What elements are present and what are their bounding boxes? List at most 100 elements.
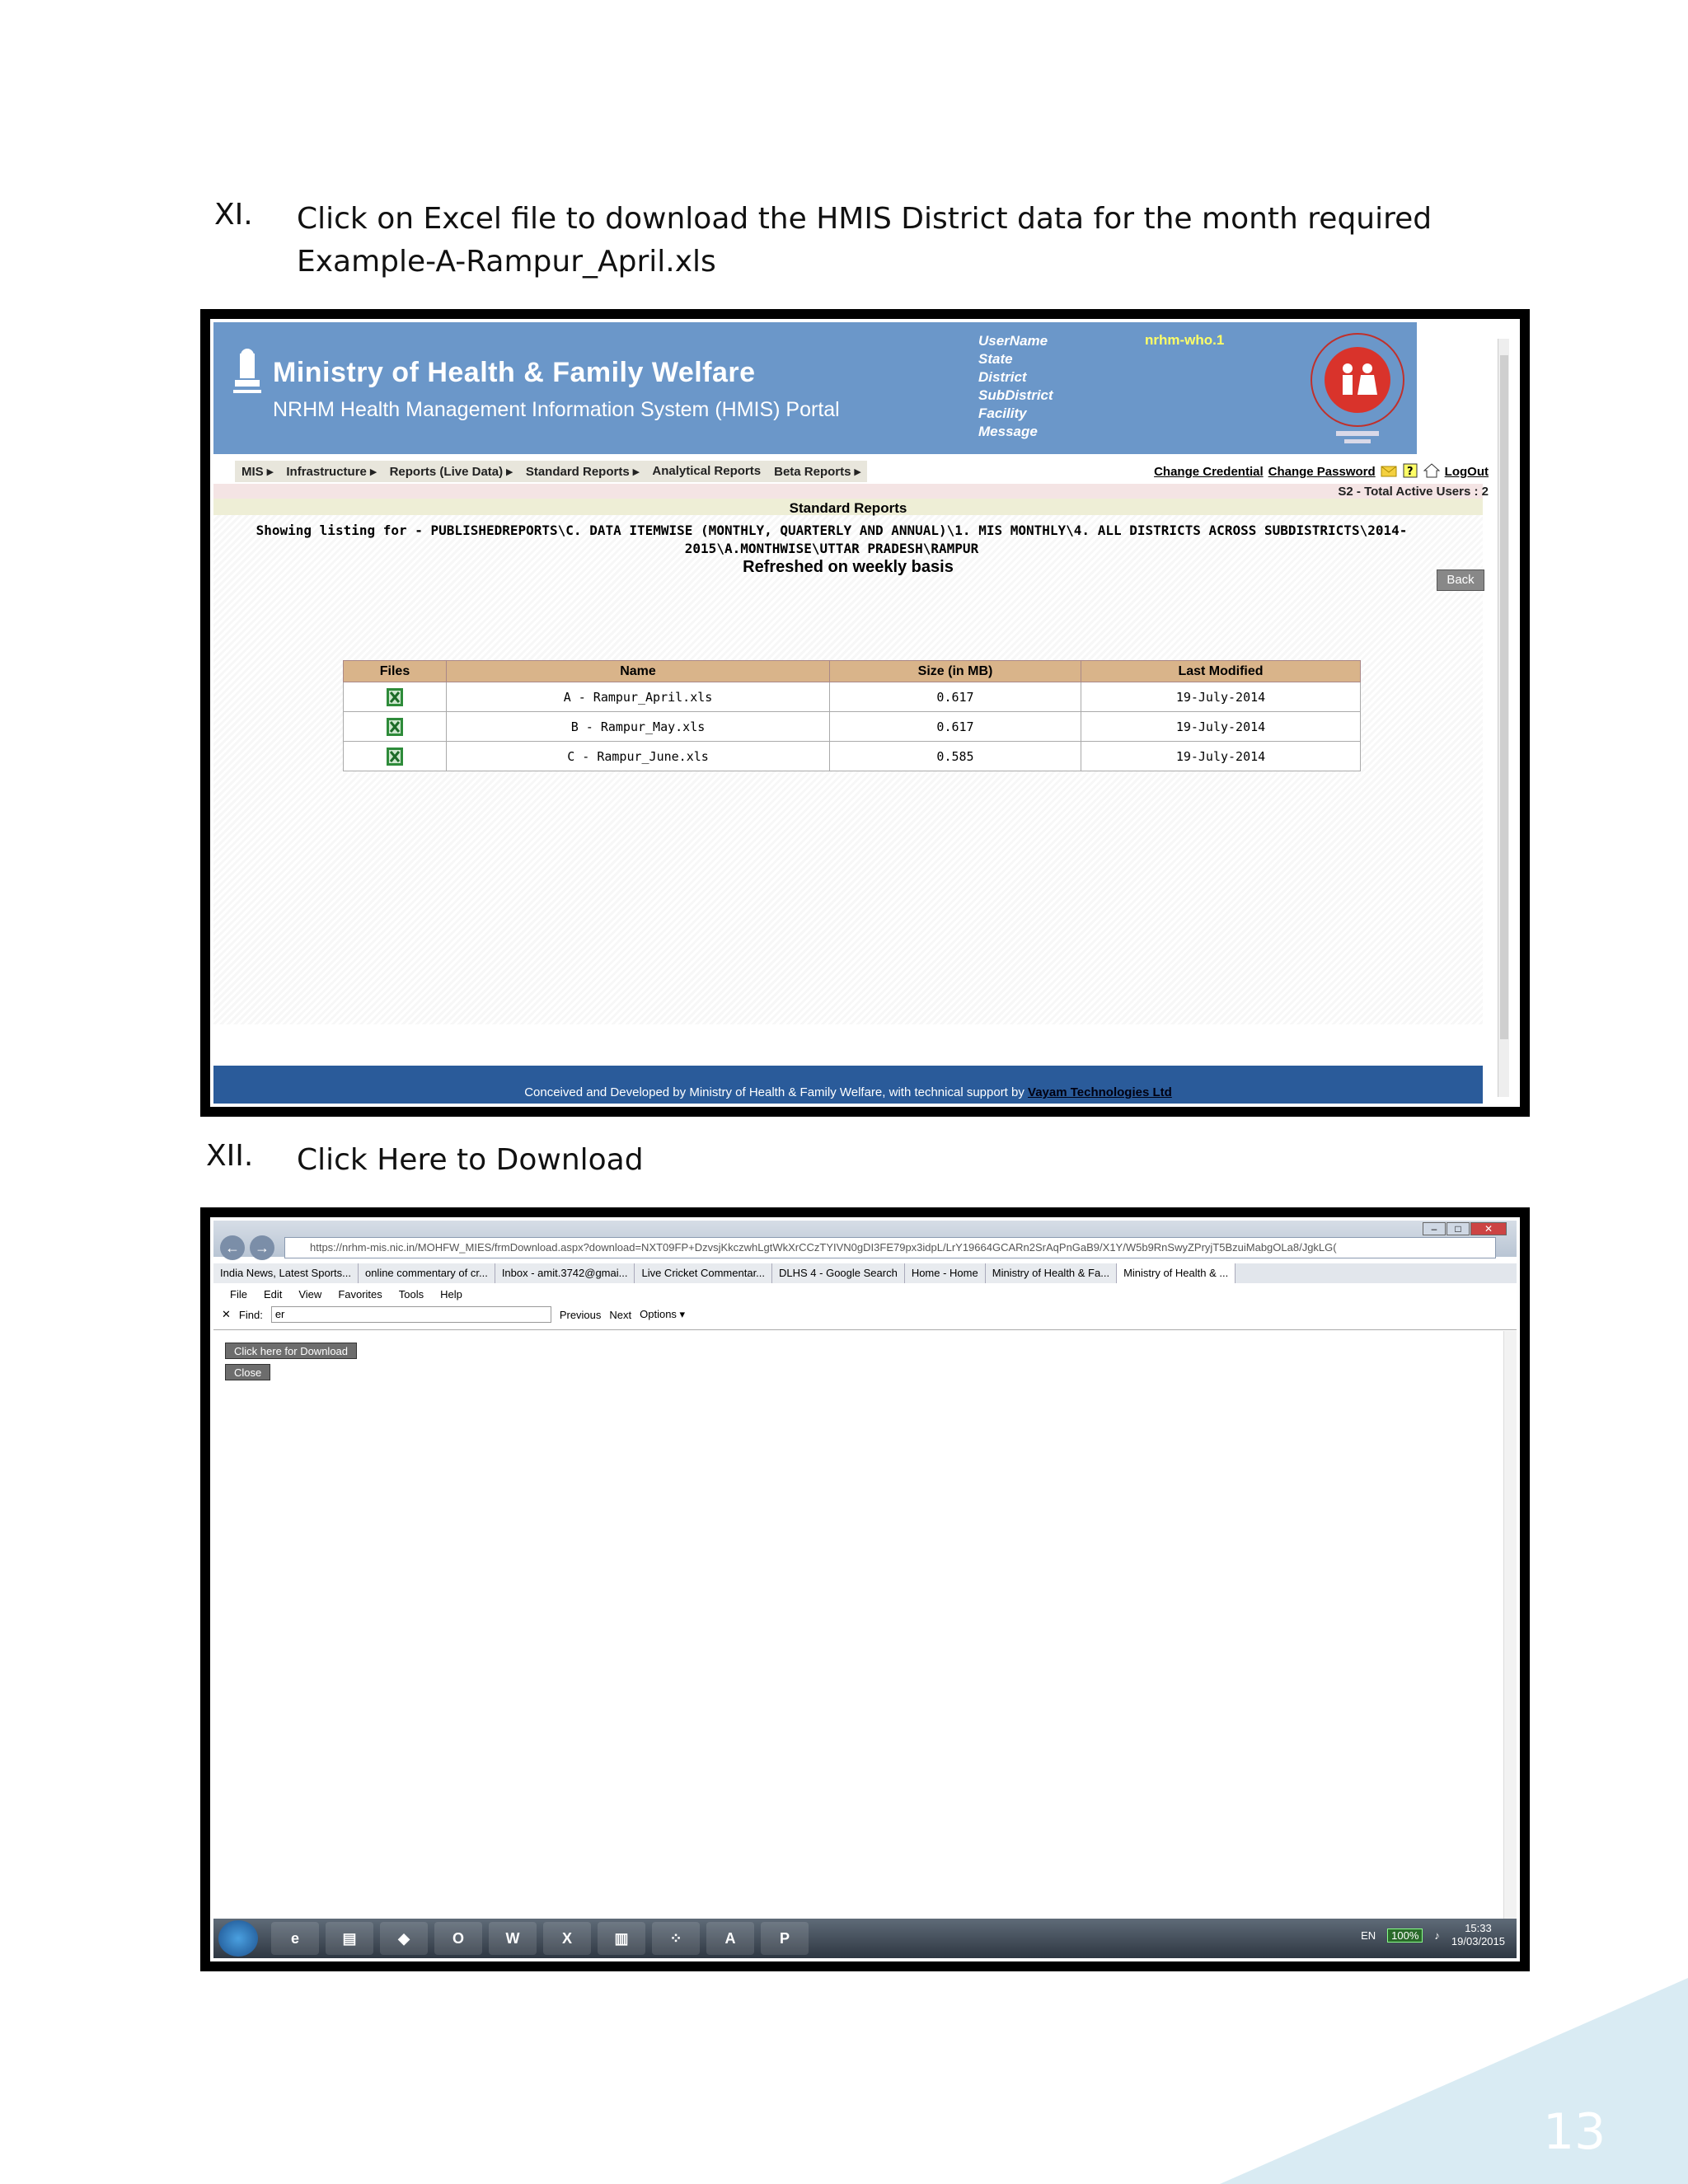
file-size: 0.617 xyxy=(829,711,1081,742)
taskbar-clock[interactable]: 15:33 19/03/2015 xyxy=(1451,1922,1505,1948)
browser-tab[interactable]: DLHS 4 - Google Search xyxy=(772,1263,905,1283)
outlook-icon[interactable]: O xyxy=(434,1922,482,1955)
browser-tab[interactable]: India News, Latest Sports... xyxy=(213,1263,359,1283)
back-arrow-icon[interactable]: ← xyxy=(220,1235,245,1260)
start-button-icon[interactable] xyxy=(218,1920,258,1957)
address-bar[interactable]: https://nrhm-mis.nic.in/MOHFW_MIES/frmDo… xyxy=(284,1237,1496,1258)
corner-decoration xyxy=(1220,1978,1688,2184)
section-title: Standard Reports xyxy=(789,500,907,516)
blackberry-icon[interactable]: ⁘ xyxy=(652,1922,700,1955)
table-row: A - Rampur_April.xls 0.617 19-July-2014 xyxy=(343,682,1361,712)
excel-file-icon[interactable] xyxy=(386,717,404,737)
label-username: UserName xyxy=(978,333,1048,349)
footer-vendor-link[interactable]: Vayam Technologies Ltd xyxy=(1028,1085,1172,1099)
menu-infrastructure[interactable]: Infrastructure ▸ xyxy=(279,461,382,482)
portal-footer: Conceived and Developed by Ministry of H… xyxy=(213,1066,1483,1104)
svg-text:?: ? xyxy=(1407,466,1414,478)
header-files: Files xyxy=(343,660,447,682)
window-controls: – □ ✕ xyxy=(1422,1222,1507,1235)
mail-icon[interactable] xyxy=(1381,462,1397,479)
browser-tab[interactable]: Home - Home xyxy=(904,1263,986,1283)
change-password-link[interactable]: Change Password xyxy=(1268,465,1376,479)
step-text: Click on Excel file to download the HMIS… xyxy=(297,202,1432,279)
ccleaner-icon[interactable]: ◆ xyxy=(380,1922,428,1955)
browser-menu: File Edit View Favorites Tools Help xyxy=(230,1288,462,1301)
find-previous-button[interactable]: Previous xyxy=(560,1309,602,1321)
vertical-scrollbar[interactable] xyxy=(1498,339,1509,1097)
download-button[interactable]: Click here for Download xyxy=(225,1343,358,1359)
step-number: XII. xyxy=(206,1139,254,1173)
excel-file-icon[interactable] xyxy=(386,747,404,766)
file-name: C - Rampur_June.xls xyxy=(446,741,830,771)
language-indicator[interactable]: EN xyxy=(1361,1929,1376,1942)
menu-edit[interactable]: Edit xyxy=(264,1288,282,1301)
back-button[interactable]: Back xyxy=(1437,569,1484,591)
browser-tab[interactable]: Inbox - amit.3742@gmai... xyxy=(495,1263,635,1283)
clock-time: 15:33 xyxy=(1465,1922,1492,1934)
clock-date: 19/03/2015 xyxy=(1451,1935,1505,1947)
step-text: Click Here to Download xyxy=(297,1143,644,1177)
table-row: C - Rampur_June.xls 0.585 19-July-2014 xyxy=(343,741,1361,771)
menu-tools[interactable]: Tools xyxy=(399,1288,424,1301)
menu-help[interactable]: Help xyxy=(440,1288,462,1301)
file-size: 0.617 xyxy=(829,682,1081,712)
excel-icon[interactable]: X xyxy=(543,1922,591,1955)
battery-indicator[interactable]: 100% xyxy=(1387,1928,1423,1943)
file-modified: 19-July-2014 xyxy=(1081,741,1361,771)
close-button[interactable]: Close xyxy=(225,1364,271,1380)
find-next-button[interactable]: Next xyxy=(609,1309,631,1321)
menu-standard-reports[interactable]: Standard Reports ▸ xyxy=(519,461,646,482)
find-input[interactable]: er xyxy=(270,1306,551,1323)
label-message: Message xyxy=(978,424,1038,439)
forward-arrow-icon[interactable]: → xyxy=(250,1235,274,1260)
logout-link[interactable]: LogOut xyxy=(1445,465,1489,479)
volume-icon[interactable]: ♪ xyxy=(1434,1929,1440,1942)
browser-tab-active[interactable]: Ministry of Health & ... xyxy=(1117,1263,1236,1283)
help-icon[interactable]: ? xyxy=(1402,462,1418,479)
vertical-scrollbar[interactable] xyxy=(1503,1331,1517,1941)
windows-taskbar: e ▤ ◆ O W X ▥ ⁘ A P EN 100% ♪ 15:33 19/0… xyxy=(213,1919,1517,1958)
close-find-icon[interactable]: ✕ xyxy=(222,1308,231,1321)
footer-text: Conceived and Developed by Ministry of H… xyxy=(524,1085,1029,1099)
menu-reports-live[interactable]: Reports (Live Data) ▸ xyxy=(383,461,519,482)
find-options-button[interactable]: Options ▾ xyxy=(640,1308,685,1321)
screenshot-hmis-portal: Ministry of Health & Family Welfare NRHM… xyxy=(200,309,1530,1117)
powerpoint-icon[interactable]: P xyxy=(761,1922,809,1955)
browser-tab[interactable]: Ministry of Health & Fa... xyxy=(985,1263,1118,1283)
national-emblem-icon xyxy=(233,349,261,393)
header-last-modified: Last Modified xyxy=(1081,660,1361,682)
nrhm-logo-icon xyxy=(1311,333,1404,443)
files-table: Files Name Size (in MB) Last Modified A … xyxy=(343,660,1361,771)
file-explorer-icon[interactable]: ▤ xyxy=(326,1922,373,1955)
folder-icon[interactable]: ▥ xyxy=(598,1922,645,1955)
menu-analytical-reports[interactable]: Analytical Reports xyxy=(645,461,767,482)
active-users-count: S2 - Total Active Users : 2 xyxy=(1338,485,1489,499)
acrobat-icon[interactable]: A xyxy=(706,1922,754,1955)
menu-beta-reports[interactable]: Beta Reports ▸ xyxy=(767,461,867,482)
portal-header: Ministry of Health & Family Welfare NRHM… xyxy=(213,322,1417,454)
close-window-icon[interactable]: ✕ xyxy=(1470,1222,1507,1235)
listing-path: Showing listing for - PUBLISHEDREPORTS\C… xyxy=(256,523,1408,556)
menu-file[interactable]: File xyxy=(230,1288,247,1301)
menu-view[interactable]: View xyxy=(298,1288,321,1301)
menu-favorites[interactable]: Favorites xyxy=(338,1288,382,1301)
main-menu: MIS ▸ Infrastructure ▸ Reports (Live Dat… xyxy=(235,461,868,482)
excel-file-icon[interactable] xyxy=(386,687,404,707)
minimize-icon[interactable]: – xyxy=(1423,1222,1446,1235)
label-facility: Facility xyxy=(978,405,1027,421)
label-district: District xyxy=(978,369,1027,385)
table-header-row: Files Name Size (in MB) Last Modified xyxy=(343,660,1361,682)
internet-explorer-icon[interactable]: e xyxy=(271,1922,319,1955)
file-name: A - Rampur_April.xls xyxy=(446,682,830,712)
browser-tab[interactable]: online commentary of cr... xyxy=(358,1263,495,1283)
username-value: nrhm-who.1 xyxy=(1145,332,1225,348)
word-icon[interactable]: W xyxy=(489,1922,537,1955)
menu-mis[interactable]: MIS ▸ xyxy=(235,461,279,482)
file-size: 0.585 xyxy=(829,741,1081,771)
change-credential-link[interactable]: Change Credential xyxy=(1154,465,1264,479)
account-links: Change Credential Change Password ? LogO… xyxy=(1154,462,1489,479)
browser-tab[interactable]: Live Cricket Commentar... xyxy=(635,1263,773,1283)
maximize-icon[interactable]: □ xyxy=(1447,1222,1470,1235)
label-subdistrict: SubDistrict xyxy=(978,387,1053,403)
home-icon[interactable] xyxy=(1423,462,1440,479)
